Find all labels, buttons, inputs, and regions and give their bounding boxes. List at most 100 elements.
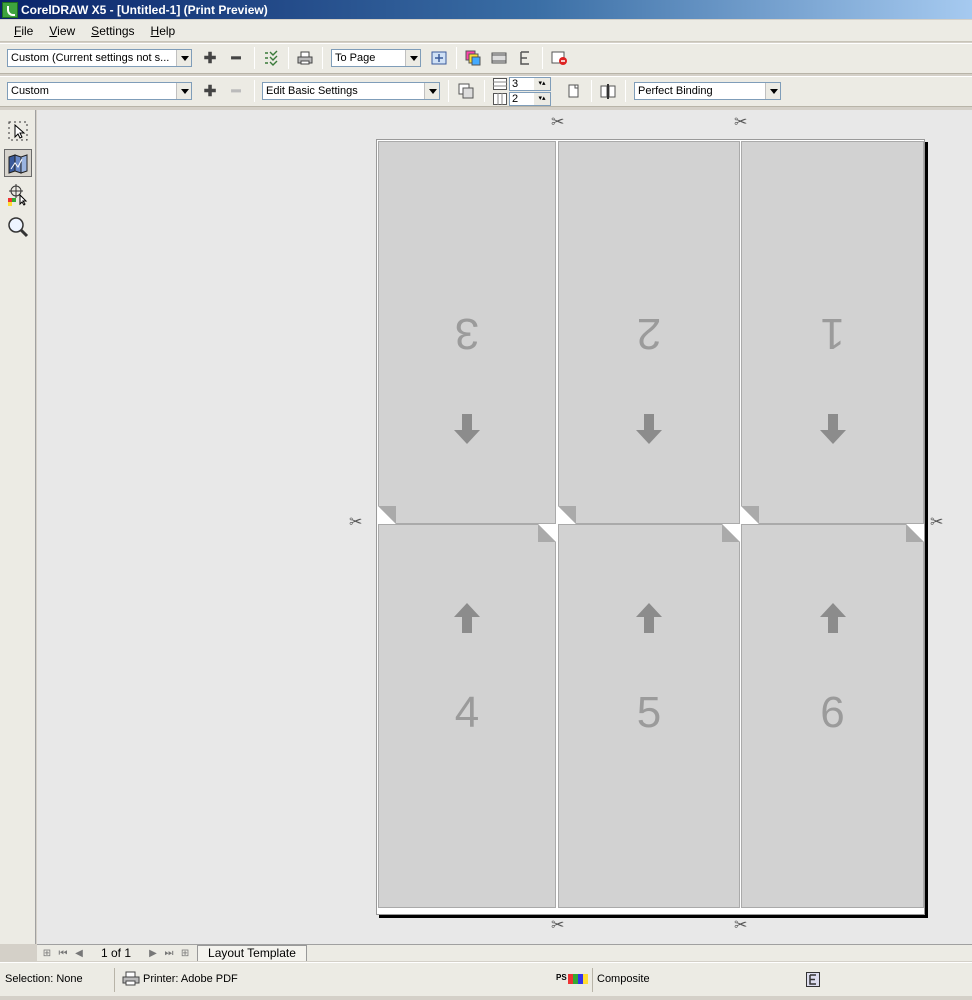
printer-icon [122, 971, 140, 990]
last-page-icon[interactable]: ⏭ [162, 946, 176, 960]
spin-arrows-icon[interactable]: ▾▴ [534, 93, 550, 105]
add-preset-button[interactable]: ✚ [200, 81, 220, 101]
print-sheet: 3 2 1 4 5 6 [376, 139, 925, 915]
arrow-down-icon [454, 414, 480, 444]
first-page-icon[interactable]: ⏮ [56, 946, 70, 960]
imposed-page[interactable]: 4 [378, 524, 556, 908]
zoom-dropdown[interactable]: To Page [331, 49, 421, 67]
close-print-preview-button[interactable] [549, 48, 569, 68]
toolbar-separator [542, 47, 543, 69]
pick-tool[interactable] [4, 117, 32, 145]
chevron-down-icon [765, 83, 780, 99]
toolbar-separator [254, 47, 255, 69]
pages-across-stepper[interactable]: 3 ▾▴ [509, 77, 551, 91]
printer-status: Printer: Adobe PDF [143, 973, 238, 985]
menu-help[interactable]: Help [143, 24, 184, 38]
imposed-page[interactable]: 6 [741, 524, 924, 908]
chevron-down-icon [405, 50, 420, 66]
page-number: 5 [636, 688, 662, 737]
invert-button[interactable] [489, 48, 509, 68]
page-corner-marker-icon [378, 506, 396, 524]
imposed-page[interactable]: 3 [378, 141, 556, 524]
full-screen-button[interactable] [429, 48, 449, 68]
imposition-toolbar: Custom ✚ ━ Edit Basic Settings 3 ▾▴ 2 ▾▴ P… [0, 76, 972, 107]
tab-layout-template[interactable]: Layout Template [197, 945, 307, 961]
film-icon [491, 52, 507, 64]
toolbar-separator [484, 80, 485, 102]
print-style-value: Custom (Current settings not s... [11, 52, 170, 64]
scissors-cut-mark-icon: ✂ [551, 917, 565, 934]
arrow-up-icon [636, 603, 662, 633]
page-number: 3 [454, 309, 480, 358]
single-sided-button[interactable] [563, 81, 583, 101]
toolbar-separator [322, 47, 323, 69]
page-counter: 1 of 1 [101, 946, 132, 960]
rows-icon [493, 93, 507, 105]
status-bar: Selection: None Printer: Adobe PDF PS Co… [0, 962, 972, 996]
chevron-down-icon [176, 83, 191, 99]
page-corner-marker-icon [538, 524, 556, 542]
add-print-style-button[interactable]: ✚ [200, 48, 220, 68]
remove-print-style-button[interactable]: ━ [226, 48, 246, 68]
selection-status: Selection: None [5, 973, 83, 985]
preview-canvas[interactable]: ✂ ✂ ✂ ✂ ✂ ✂ 3 2 1 4 5 6 [37, 110, 972, 944]
menu-settings[interactable]: Settings [83, 24, 142, 38]
imposition-preset-dropdown[interactable]: Custom [7, 82, 192, 100]
marks-placement-tool[interactable] [4, 181, 32, 209]
previous-page-icon[interactable]: ◀ [72, 946, 86, 960]
binding-method-value: Perfect Binding [638, 85, 713, 97]
emulsion-icon[interactable] [806, 972, 820, 990]
arrow-up-icon [454, 603, 480, 633]
mirror-button[interactable] [515, 48, 535, 68]
imposed-page[interactable]: 5 [558, 524, 740, 908]
binding-settings-button[interactable] [598, 81, 618, 101]
edit-settings-dropdown[interactable]: Edit Basic Settings [262, 82, 440, 100]
remove-preset-button[interactable]: ━ [226, 81, 246, 101]
pick-tool-icon [8, 121, 28, 141]
arrow-up-icon [819, 603, 846, 633]
scissors-cut-mark-icon: ✂ [930, 514, 944, 531]
page-corner-marker-icon [906, 524, 924, 542]
toolbox [0, 110, 36, 944]
toolbar-separator [288, 47, 289, 69]
toolbar-separator [254, 80, 255, 102]
spin-arrows-icon[interactable]: ▾▴ [534, 78, 550, 90]
menu-view[interactable]: View [41, 24, 83, 38]
add-page-after-icon[interactable]: ⊞ [178, 946, 192, 960]
imposition-layout-tool[interactable] [4, 149, 32, 177]
menu-file[interactable]: File [6, 24, 41, 38]
single-page-icon [568, 84, 579, 98]
binding-method-dropdown[interactable]: Perfect Binding [634, 82, 781, 100]
print-style-dropdown[interactable]: Custom (Current settings not s... [7, 49, 192, 67]
pages-down-value: 2 [512, 93, 519, 105]
pages-down-stepper[interactable]: 2 ▾▴ [509, 92, 551, 106]
imposition-preset-value: Custom [11, 85, 49, 97]
add-page-icon[interactable]: ⊞ [40, 946, 54, 960]
menu-bar: File View Settings Help [0, 20, 972, 42]
zoom-tool[interactable] [4, 213, 32, 241]
zoom-tool-icon [8, 217, 29, 238]
imposed-page[interactable]: 2 [558, 141, 740, 524]
output-mode-status: Composite [597, 973, 650, 985]
print-button[interactable] [295, 48, 315, 68]
page-corner-marker-icon [558, 506, 576, 524]
scissors-cut-mark-icon: ✂ [349, 514, 363, 531]
page-number: 1 [820, 309, 845, 358]
status-separator [592, 968, 593, 992]
next-page-icon[interactable]: ▶ [146, 946, 160, 960]
enable-color-separations-button[interactable] [463, 48, 483, 68]
toolbar-separator [591, 80, 592, 102]
print-options-button[interactable] [261, 48, 281, 68]
binding-icon [600, 84, 616, 99]
columns-icon [493, 78, 507, 90]
pages-down-icon [491, 92, 509, 106]
page-number: 4 [454, 688, 480, 737]
arrow-down-icon [636, 414, 662, 444]
imposition-layout-tool-icon [8, 154, 28, 174]
edit-settings-value: Edit Basic Settings [266, 85, 358, 97]
template-pages-button[interactable] [456, 81, 476, 101]
page-number: 2 [636, 309, 662, 358]
scissors-cut-mark-icon: ✂ [734, 114, 748, 131]
imposed-page[interactable]: 1 [741, 141, 924, 524]
title-bar: CorelDRAW X5 - [Untitled-1] (Print Previ… [0, 0, 972, 19]
